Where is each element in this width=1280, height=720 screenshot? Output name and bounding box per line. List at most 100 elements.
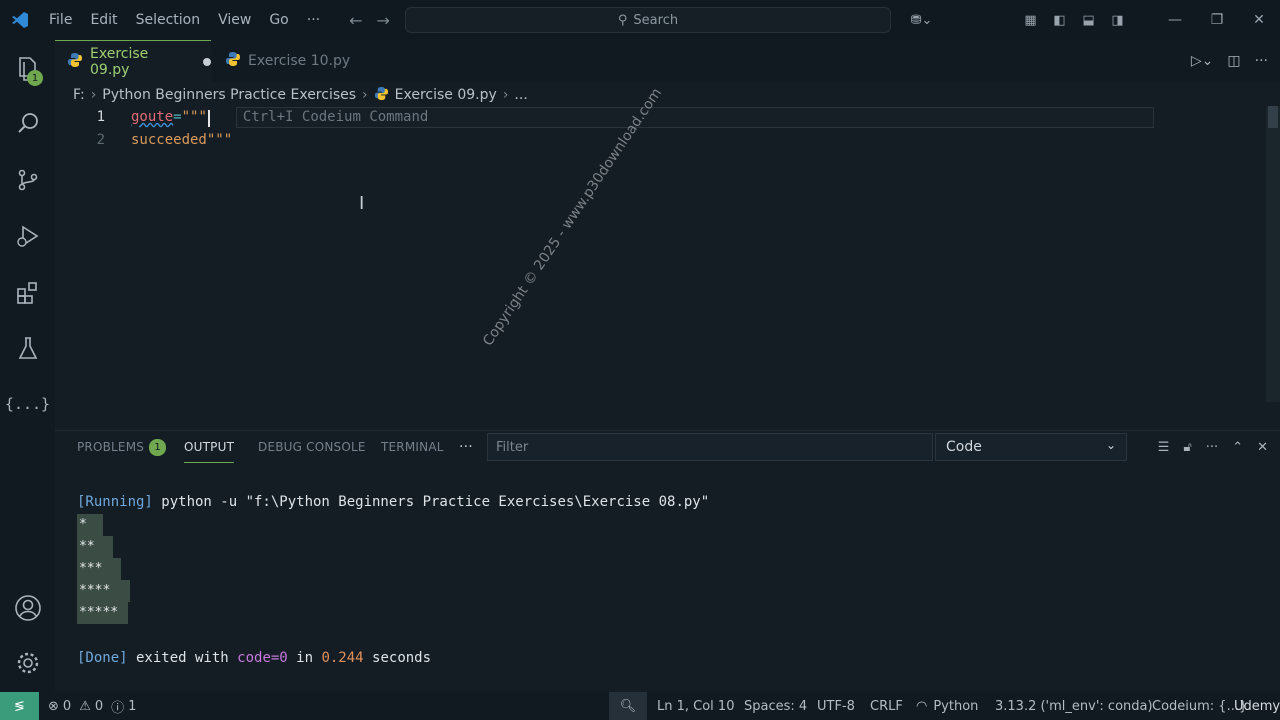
running-command: python -u "f:\Python Beginners Practice … [152, 494, 710, 510]
info-icon: ⓘ [111, 700, 125, 716]
tab-problems-label: PROBLEMS [77, 440, 145, 454]
close-window-icon[interactable]: ✕ [1238, 12, 1280, 28]
panel-more-icon[interactable]: ··· [459, 431, 473, 463]
chevron-right-icon: › [362, 87, 368, 103]
string-literal: succeeded [131, 132, 207, 148]
breadcrumb: F: › Python Beginners Practice Exercises… [73, 84, 528, 106]
done-time: 0.244 [321, 650, 364, 666]
cursor-position[interactable]: Ln 1, Col 10 [657, 692, 734, 720]
minimize-icon[interactable]: — [1154, 12, 1196, 28]
warning-count: 0 [94, 698, 104, 714]
close-panel-icon[interactable]: ✕ [1257, 440, 1268, 455]
done-text: seconds [363, 650, 432, 666]
zoom-icon[interactable]: 🔍︎ [609, 692, 647, 720]
copilot-icon[interactable]: ⛃⌄ [907, 13, 936, 28]
language-mode[interactable]: ◠ Python [916, 692, 978, 720]
tab-problems[interactable]: PROBLEMS 1 [77, 431, 167, 463]
testing-icon[interactable] [0, 328, 55, 368]
codeium-hint-text: Ctrl+I Codeium Command [242, 109, 429, 125]
customize-layout-icon[interactable]: ▦ [1016, 13, 1045, 28]
exit-code: code=0 [237, 650, 288, 666]
panel-header: PROBLEMS 1 OUTPUT DEBUG CONSOLE TERMINAL… [55, 430, 1280, 463]
output-channel-select[interactable]: Code ⌄ [935, 433, 1127, 461]
info-count: 1 [128, 698, 137, 714]
text-cursor [208, 110, 210, 127]
breadcrumb-drive[interactable]: F: [73, 87, 85, 103]
run-debug-icon[interactable] [0, 216, 55, 256]
source-control-icon[interactable] [0, 160, 55, 200]
line-number: 1 [96, 109, 105, 125]
search-view-icon[interactable] [0, 103, 55, 143]
editor-tabs: Exercise 09.py Exercise 10.py ▷⌄ ◫ ··· [55, 40, 1280, 82]
output-done-line: [Done] exited with code=0 in 0.244 secon… [77, 650, 431, 666]
output-star-line: * [77, 514, 103, 536]
restore-icon[interactable]: ❐ [1196, 12, 1238, 28]
toggle-secondary-sidebar-icon[interactable]: ◨ [1103, 13, 1132, 28]
menu-go[interactable]: Go [260, 12, 297, 28]
settings-gear-icon[interactable] [0, 643, 55, 683]
forward-arrow-icon[interactable]: → [377, 11, 390, 30]
output-channel-value: Code [946, 439, 982, 455]
operator: = [173, 109, 182, 125]
error-count: 0 [62, 698, 72, 714]
toggle-sidebar-icon[interactable]: ◧ [1045, 13, 1074, 28]
breadcrumb-more[interactable]: ... [514, 87, 527, 103]
menu-view[interactable]: View [209, 12, 260, 28]
extensions-icon[interactable] [0, 273, 55, 313]
vscode-logo-icon [0, 0, 40, 40]
clear-output-icon[interactable]: ☰ [1158, 440, 1170, 455]
python-file-icon [67, 52, 83, 72]
breadcrumb-file[interactable]: Exercise 09.py [395, 87, 497, 103]
tab-output[interactable]: OUTPUT [184, 431, 235, 463]
lock-scroll-icon[interactable]: 🔓︎ [1183, 440, 1191, 455]
remote-indicator-icon[interactable]: ≶ [0, 692, 39, 720]
language-label: Python [933, 698, 979, 714]
maximize-panel-icon[interactable]: ⌃ [1232, 440, 1243, 455]
toggle-panel-icon[interactable]: ⬓ [1074, 13, 1103, 28]
code-editor[interactable]: 1 2 goute=""" Ctrl+I Codeium Command succ… [55, 106, 1280, 426]
output-filter-input[interactable]: Filter [487, 433, 933, 461]
chevron-down-icon: ⌄ [1105, 438, 1116, 452]
account-icon[interactable] [0, 588, 55, 628]
line-number: 2 [96, 132, 105, 148]
menu-more[interactable]: ··· [298, 12, 329, 28]
line-ending[interactable]: CRLF [870, 692, 903, 720]
python-file-icon [225, 51, 241, 71]
panel-more-actions-icon[interactable]: ··· [1206, 440, 1218, 455]
codeium-status[interactable]: Codeium: {...} [1152, 692, 1247, 720]
chevron-right-icon: › [90, 87, 97, 103]
tab-exercise-09[interactable]: Exercise 09.py [55, 40, 211, 82]
menu-edit[interactable]: Edit [81, 12, 126, 28]
command-search-box[interactable]: ⚲ Search [405, 7, 891, 33]
tab-exercise-10[interactable]: Exercise 10.py [213, 40, 353, 82]
problems-summary[interactable]: ⊗ 0 ⚠ 0 ⓘ 1 [48, 692, 136, 720]
filter-placeholder: Filter [496, 439, 529, 455]
explorer-badge: 1 [27, 70, 43, 86]
unsaved-dot-icon[interactable] [203, 57, 211, 66]
output-running-line: [Running] python -u "f:\Python Beginners… [77, 494, 709, 510]
run-file-icon[interactable]: ▷⌄ [1191, 53, 1214, 69]
status-bar: ≶ ⊗ 0 ⚠ 0 ⓘ 1 🔍︎ Ln 1, Col 10 Spaces: 4 UTF… [0, 692, 1280, 720]
back-arrow-icon[interactable]: ← [349, 11, 362, 30]
output-star-line: ***** [77, 602, 128, 624]
code-line-1: goute=""" Ctrl+I Codeium Command [131, 109, 428, 125]
indentation[interactable]: Spaces: 4 [744, 692, 807, 720]
tab-debug-console[interactable]: DEBUG CONSOLE [258, 431, 366, 463]
menu-selection[interactable]: Selection [127, 12, 210, 28]
menu-file[interactable]: File [40, 12, 81, 28]
split-editor-icon[interactable]: ◫ [1227, 53, 1240, 69]
json-braces-icon[interactable]: {...} [0, 384, 55, 424]
more-actions-icon[interactable]: ··· [1255, 53, 1268, 69]
breadcrumb-folder[interactable]: Python Beginners Practice Exercises [102, 87, 356, 103]
output-view[interactable]: [Running] python -u "f:\Python Beginners… [55, 464, 1280, 692]
explorer-icon[interactable]: 1 [0, 48, 55, 88]
editor-scrollbar[interactable] [1266, 106, 1280, 402]
scrollbar-thumb[interactable] [1268, 106, 1278, 128]
search-label: Search [633, 12, 679, 28]
encoding[interactable]: UTF-8 [817, 692, 855, 720]
done-text: in [287, 650, 322, 666]
error-icon: ⊗ [48, 698, 59, 714]
tab-terminal[interactable]: TERMINAL [381, 431, 444, 463]
identifier: goute [131, 109, 174, 125]
python-interpreter[interactable]: 3.13.2 ('ml_env': conda) [995, 692, 1153, 720]
